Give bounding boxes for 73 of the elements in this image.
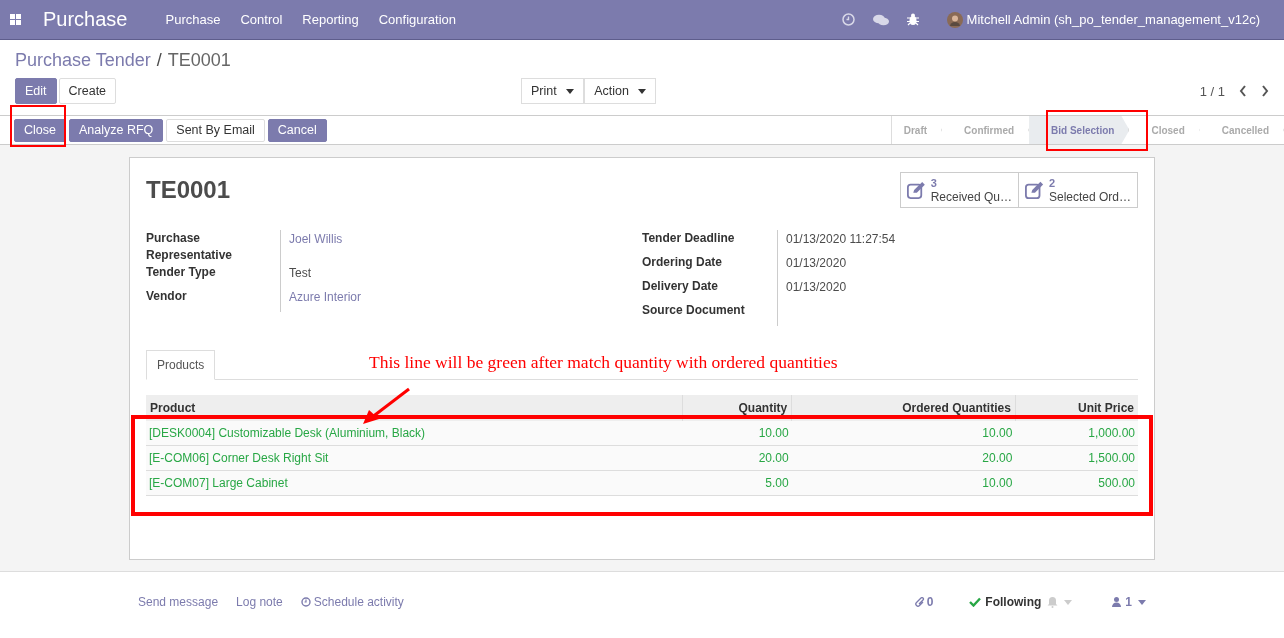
menu-item[interactable]: Configuration xyxy=(378,12,457,27)
table-cell: 1,000.00 xyxy=(1015,421,1138,446)
status-stage[interactable]: Bid Selection xyxy=(1029,116,1130,144)
followers-count[interactable]: 1 xyxy=(1112,595,1132,609)
form-button[interactable]: Create xyxy=(58,78,117,104)
next-icon[interactable] xyxy=(1261,85,1269,97)
attachment-count[interactable]: 0 xyxy=(914,595,934,609)
breadcrumb-separator: / xyxy=(156,50,162,71)
table-cell: 10.00 xyxy=(791,421,1016,446)
workflow-button[interactable]: Cancel xyxy=(267,118,327,142)
workflow-button[interactable]: Analyze RFQ xyxy=(68,118,164,142)
avatar-icon[interactable] xyxy=(946,11,963,28)
check-icon xyxy=(969,597,982,607)
annotation-text: This line will be green after match quantity with ordered quantities xyxy=(369,352,838,373)
caret-icon[interactable] xyxy=(1138,599,1146,605)
field-value: 01/13/2020 11:27:54 xyxy=(777,230,1138,254)
table-cell: [DESK0004] Customizable Desk (Aluminium, Black) xyxy=(146,421,683,446)
person-icon xyxy=(1112,597,1122,607)
log-note-link[interactable]: Log note xyxy=(236,595,283,609)
menu-item[interactable]: Reporting xyxy=(302,12,359,27)
field-value: Test xyxy=(280,264,642,288)
caret-icon xyxy=(638,89,647,95)
status-stage[interactable]: Closed xyxy=(1129,116,1200,144)
table-cell: 20.00 xyxy=(791,445,1016,471)
table-cell: [E-COM06] Corner Desk Right Sit xyxy=(146,445,683,471)
workflow-button[interactable]: Close xyxy=(14,118,66,142)
status-stage[interactable]: Cancelled xyxy=(1199,116,1284,144)
field-label: Ordering Date xyxy=(642,254,723,271)
clock-icon[interactable] xyxy=(841,13,855,26)
table-cell: 1,500.00 xyxy=(1015,445,1138,471)
dropdown-button[interactable]: Action xyxy=(584,78,657,104)
table-cell: 20.00 xyxy=(682,445,792,471)
field-link[interactable]: Azure Interior xyxy=(280,288,642,312)
workflow-button[interactable]: Sent By Email xyxy=(166,118,265,142)
field-label: Vendor xyxy=(146,288,188,305)
field-link[interactable]: Joel Willis xyxy=(280,230,642,264)
chat-icon[interactable] xyxy=(872,13,889,26)
field-label: Tender Type xyxy=(146,264,217,281)
table-cell: 10.00 xyxy=(791,470,1016,496)
table-cell: 500.00 xyxy=(1015,470,1138,496)
field-label: Source Document xyxy=(642,302,746,319)
table-cell: 10.00 xyxy=(682,421,792,446)
field-label: Delivery Date xyxy=(642,278,720,295)
form-button[interactable]: Edit xyxy=(15,78,57,104)
caret-icon xyxy=(566,89,575,95)
previous-icon[interactable] xyxy=(1239,85,1247,97)
pager-value: 1 / 1 xyxy=(1199,83,1225,99)
schedule-activity-link[interactable]: Schedule activity xyxy=(300,595,404,609)
field-value: 01/13/2020 xyxy=(777,254,1138,278)
record-title: TE0001 xyxy=(146,176,231,205)
field-label: Tender Deadline xyxy=(642,230,736,247)
clock-icon xyxy=(300,597,311,607)
dropdown-button[interactable]: Print xyxy=(521,78,585,104)
table-cell: 5.00 xyxy=(682,470,792,496)
status-stage[interactable]: Draft xyxy=(891,116,943,144)
apps-menu-icon[interactable] xyxy=(10,14,21,25)
breadcrumb-current: TE0001 xyxy=(167,50,231,71)
status-stage[interactable]: Confirmed xyxy=(942,116,1030,144)
field-label: Purchase Representative xyxy=(146,230,234,264)
highlight-box xyxy=(10,105,66,147)
following-button[interactable]: Following xyxy=(969,595,1042,609)
notebook-tab[interactable]: Products xyxy=(146,350,216,380)
edit-icon xyxy=(907,180,927,200)
edit-icon xyxy=(1025,180,1045,200)
send-message-link[interactable]: Send message xyxy=(138,595,219,609)
breadcrumb-link[interactable]: Purchase Tender xyxy=(15,50,151,71)
field-value: 01/13/2020 xyxy=(777,278,1138,302)
user-menu[interactable]: Mitchell Admin (sh_po_tender_management_v12c) xyxy=(966,12,1260,27)
table-cell: [E-COM07] Large Cabinet xyxy=(146,470,683,496)
app-title: Purchase xyxy=(43,8,128,31)
menu-item[interactable]: Purchase xyxy=(165,12,221,27)
menu-item[interactable]: Control xyxy=(240,12,283,27)
bug-icon[interactable] xyxy=(906,13,919,26)
